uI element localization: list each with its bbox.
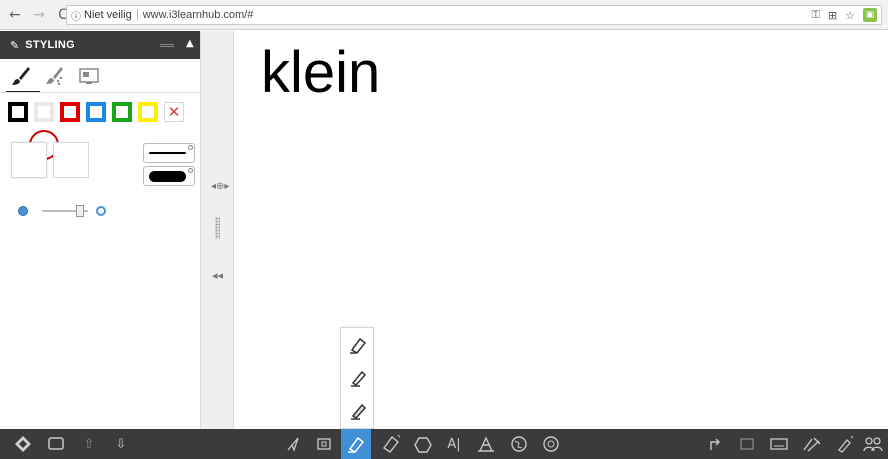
color-swatch-green[interactable] [112, 102, 132, 122]
opacity-min-icon [18, 206, 28, 216]
panel-title: STYLING [25, 39, 75, 51]
thick-line-sample [149, 171, 186, 182]
tab-spray[interactable] [42, 63, 68, 89]
panel-header: ✎ STYLING ▲ [0, 31, 200, 59]
address-bar[interactable]: ⓘ Niet veilig www.i3learnhub.com/# ⚿ ⊞ ☆… [66, 5, 882, 25]
color-palette: ✕ [8, 102, 184, 122]
pen-settings-icon[interactable] [834, 433, 856, 455]
thin-line-sample [149, 152, 186, 154]
option-knob [188, 168, 193, 173]
option-knob [188, 145, 193, 150]
info-icon[interactable]: ⓘ [71, 8, 81, 23]
collapse-left-icon[interactable]: ◂◂ [212, 269, 223, 282]
color-swatch-blue[interactable] [86, 102, 106, 122]
divider [0, 92, 200, 93]
back-arrow-icon[interactable]: ← [6, 6, 24, 24]
forward-arrow-icon[interactable]: → [30, 6, 48, 24]
translate-icon[interactable]: ⊞ [828, 9, 837, 22]
geometry-icon[interactable] [475, 433, 497, 455]
text-icon[interactable]: A| [443, 433, 465, 455]
collapse-up-icon[interactable]: ▲ [186, 38, 194, 49]
whiteboard-canvas[interactable]: klein [234, 31, 888, 429]
omnibox-actions: ⚿ ⊞ ☆ ▣ [812, 8, 877, 22]
style-tabs [0, 59, 200, 93]
image-fill-icon [79, 68, 99, 84]
screen-icon[interactable] [45, 433, 67, 455]
key-icon[interactable]: ⚿ [812, 8, 820, 22]
color-swatch-red[interactable] [60, 102, 80, 122]
tab-image-fill[interactable] [76, 63, 102, 89]
pen-icon[interactable] [347, 367, 369, 389]
highlighter-popup [340, 327, 374, 429]
clear-color-button[interactable]: ✕ [164, 102, 184, 122]
slider-thumb[interactable] [76, 205, 84, 217]
color-swatch-black[interactable] [8, 102, 28, 122]
security-label: Niet veilig [84, 9, 132, 21]
line-thin-option[interactable] [143, 143, 195, 163]
tools-icon[interactable] [801, 433, 823, 455]
panel-rail: ◂⊕▸ ◂◂ [201, 31, 234, 429]
users-icon[interactable] [862, 433, 884, 455]
spray-icon [46, 67, 63, 86]
tab-brush[interactable] [8, 63, 34, 89]
brush-icon [12, 67, 30, 85]
opacity-slider[interactable] [16, 202, 116, 220]
browser-toolbar: ← → C ⓘ Niet veilig www.i3learnhub.com/#… [0, 0, 888, 30]
color-swatch-white[interactable] [34, 102, 54, 122]
styling-panel: ✎ STYLING ▲ ✕ [0, 31, 201, 429]
screen-capture-icon[interactable] [313, 433, 335, 455]
highlighter-tool-button[interactable] [341, 429, 371, 459]
keyboard-icon[interactable] [768, 433, 790, 455]
line-thick-option[interactable] [143, 166, 195, 186]
extension-icon[interactable]: ▣ [863, 8, 877, 22]
redo-icon[interactable]: ⇩ [110, 433, 132, 455]
eraser-icon[interactable] [380, 433, 402, 455]
gallery-icon[interactable] [540, 433, 562, 455]
pointer-icon[interactable] [282, 433, 304, 455]
menu-diamond-icon[interactable] [12, 433, 34, 455]
url-text[interactable]: www.i3learnhub.com/# [143, 9, 254, 21]
shapes-icon[interactable] [412, 433, 434, 455]
color-swatch-yellow[interactable] [138, 102, 158, 122]
globe-icon[interactable] [508, 433, 530, 455]
undo-icon[interactable]: ⇧ [78, 433, 100, 455]
move-panel-icon[interactable]: ◂⊕▸ [211, 181, 229, 192]
fill-color-preview[interactable] [11, 142, 47, 178]
stroke-color-preview[interactable] [53, 142, 89, 178]
star-icon[interactable]: ☆ [845, 9, 855, 22]
resize-grip[interactable] [215, 217, 220, 239]
bottom-toolbar: ⇧ ⇩ A| [0, 429, 888, 459]
pencil-icon: ✎ [10, 38, 20, 52]
highlighter-icon[interactable] [347, 334, 369, 356]
share-screen-icon[interactable] [737, 433, 759, 455]
opacity-max-icon [96, 206, 106, 216]
drag-handle[interactable] [160, 44, 174, 47]
divider [136, 9, 138, 21]
canvas-text[interactable]: klein [261, 39, 380, 106]
share-icon[interactable] [706, 433, 728, 455]
marker-icon[interactable] [347, 400, 369, 422]
